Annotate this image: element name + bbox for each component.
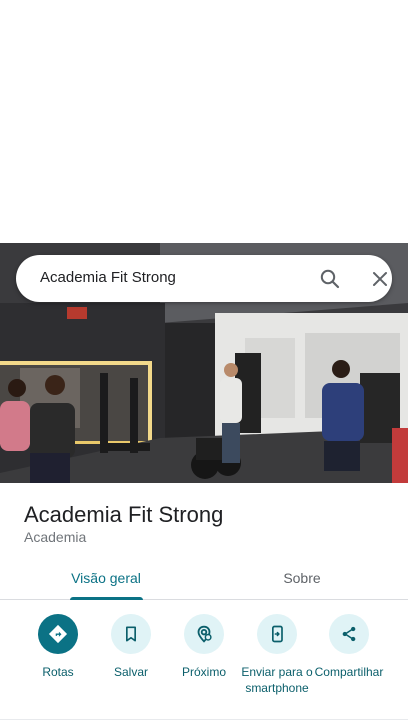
save-button[interactable]: Salvar (93, 614, 169, 680)
send-to-phone-button[interactable]: Enviar para o smartphone (239, 614, 315, 696)
blank-area (0, 0, 408, 243)
share-button[interactable]: Compartilhar (311, 614, 387, 680)
save-label: Salvar (113, 665, 148, 679)
directions-icon (38, 614, 78, 654)
place-title: Academia Fit Strong (24, 502, 224, 527)
divider (0, 719, 408, 720)
close-icon[interactable] (368, 267, 392, 291)
tab-about[interactable]: Sobre (248, 556, 356, 600)
tab-bar: Visão geral Sobre (0, 556, 408, 600)
search-bar[interactable]: Academia Fit Strong (16, 255, 392, 302)
directions-label: Rotas (42, 665, 74, 679)
bookmark-icon (111, 614, 151, 654)
share-label: Compartilhar (314, 665, 384, 679)
nearby-label: Próximo (181, 665, 226, 679)
share-icon (329, 614, 369, 654)
search-icon[interactable] (318, 267, 342, 291)
directions-button[interactable]: Rotas (20, 614, 96, 680)
search-input[interactable]: Academia Fit Strong (40, 269, 176, 286)
send-to-phone-icon (257, 614, 297, 654)
send-to-phone-label: Enviar para o smartphone (241, 665, 313, 695)
nearby-icon (184, 614, 224, 654)
nearby-button[interactable]: Próximo (166, 614, 242, 680)
place-category[interactable]: Academia (24, 529, 86, 545)
action-row: Rotas Salvar Próximo Enviar para o smart… (0, 600, 408, 720)
tab-overview[interactable]: Visão geral (52, 556, 160, 600)
